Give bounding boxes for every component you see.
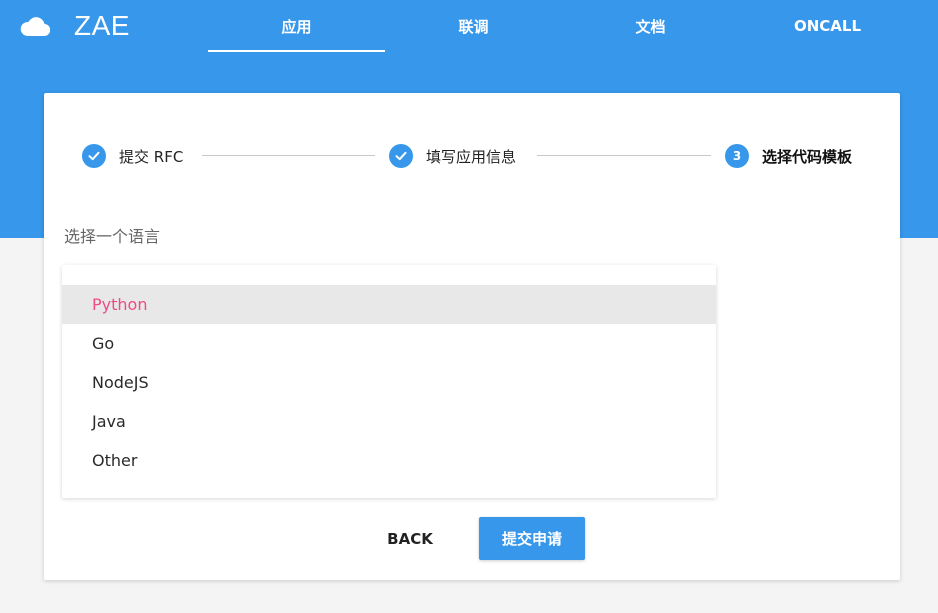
brand-name: ZAE [74,10,130,41]
brand[interactable]: ZAE [20,10,130,42]
list-item[interactable]: Other [62,441,716,480]
list-item[interactable]: NodeJS [62,363,716,402]
step-number-badge: 3 [725,144,749,168]
nav-tabs: 应用 联调 文档 ONCALL [208,0,916,52]
check-icon [82,144,106,168]
list-item[interactable]: Java [62,402,716,441]
step-app-info: 填写应用信息 [389,143,516,169]
tab-apps[interactable]: 应用 [208,0,385,52]
active-tab-indicator [208,50,385,52]
tab-label: 联调 [458,17,489,36]
cloud-icon [20,17,50,37]
tab-label: 应用 [281,17,312,36]
back-button[interactable]: BACK [374,518,446,560]
submit-button[interactable]: 提交申请 [479,517,585,560]
stepper: 提交 RFC 填写应用信息 3 选择代码模板 [82,143,864,169]
app-root: ZAE 应用 联调 文档 ONCALL 提交 RFC 填写应用信息 3 选择代码… [0,0,938,613]
step-label: 选择代码模板 [762,147,853,166]
step-connector [202,155,375,156]
step-submit-rfc: 提交 RFC [82,143,183,169]
step-label: 提交 RFC [119,147,184,166]
wizard-card: 提交 RFC 填写应用信息 3 选择代码模板 选择一个语言 Python Go … [44,93,900,580]
tab-debug[interactable]: 联调 [385,0,562,52]
language-prompt: 选择一个语言 [64,227,161,246]
language-list: Python Go NodeJS Java Other [62,265,716,498]
tab-docs[interactable]: 文档 [562,0,739,52]
check-icon [389,144,413,168]
tab-label: 文档 [635,17,666,36]
list-item[interactable]: Go [62,324,716,363]
list-item[interactable]: Python [62,285,716,324]
step-label: 填写应用信息 [426,147,517,166]
step-connector [537,155,711,156]
step-code-template: 3 选择代码模板 [725,143,852,169]
tab-label: ONCALL [793,17,862,35]
tab-oncall[interactable]: ONCALL [739,0,916,52]
